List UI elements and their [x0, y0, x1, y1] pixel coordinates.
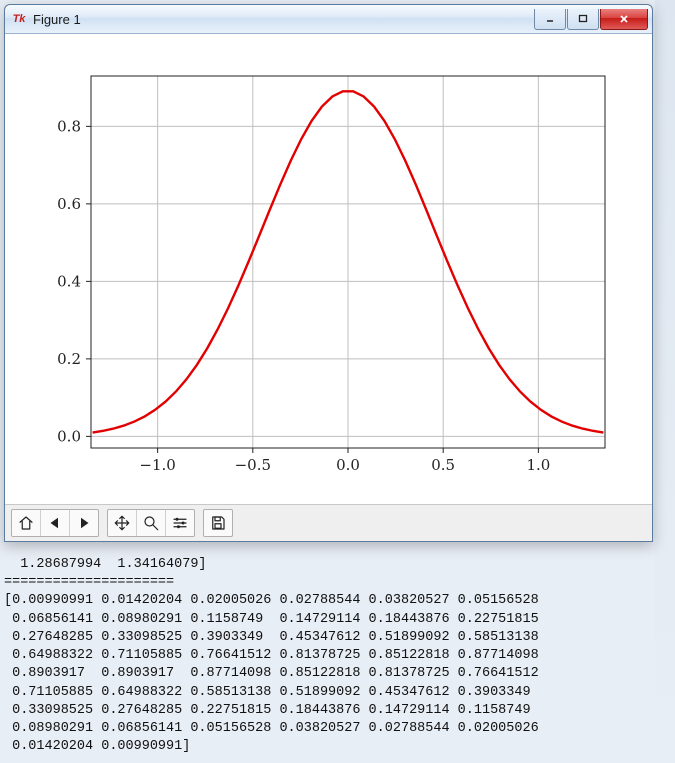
maximize-button[interactable]	[567, 9, 599, 30]
figure-window: Tk Figure 1 −1.0 −0.5 0.0 0.5 1.0 0.0 0.2 0.4 0.…	[4, 4, 653, 542]
save-button[interactable]	[204, 510, 232, 536]
pan-button[interactable]	[108, 510, 137, 536]
configure-subplots-button[interactable]	[166, 510, 194, 536]
close-button[interactable]	[600, 9, 648, 30]
svg-text:−1.0: −1.0	[139, 456, 175, 474]
line-chart[interactable]: −1.0 −0.5 0.0 0.5 1.0 0.0 0.2 0.4 0.6 0.8	[13, 46, 643, 496]
zoom-button[interactable]	[137, 510, 166, 536]
svg-text:1.0: 1.0	[526, 456, 550, 474]
svg-text:0.4: 0.4	[57, 272, 81, 290]
svg-text:0.2: 0.2	[57, 350, 81, 368]
forward-button[interactable]	[70, 510, 98, 536]
svg-text:0.0: 0.0	[336, 456, 360, 474]
window-title: Figure 1	[33, 12, 533, 27]
home-button[interactable]	[12, 510, 41, 536]
window-buttons	[533, 9, 648, 29]
minimize-button[interactable]	[534, 9, 566, 30]
back-button[interactable]	[41, 510, 70, 536]
tk-icon: Tk	[11, 11, 27, 27]
matplotlib-toolbar	[5, 504, 652, 541]
console-output: 1.28687994 1.34164079] =================…	[4, 556, 664, 756]
svg-text:0.8: 0.8	[57, 117, 81, 135]
svg-text:0.6: 0.6	[57, 195, 81, 213]
svg-text:0.0: 0.0	[57, 427, 81, 445]
svg-text:−0.5: −0.5	[235, 456, 271, 474]
plot-area: −1.0 −0.5 0.0 0.5 1.0 0.0 0.2 0.4 0.6 0.8	[5, 34, 652, 504]
titlebar[interactable]: Tk Figure 1	[5, 5, 652, 34]
svg-text:0.5: 0.5	[431, 456, 455, 474]
